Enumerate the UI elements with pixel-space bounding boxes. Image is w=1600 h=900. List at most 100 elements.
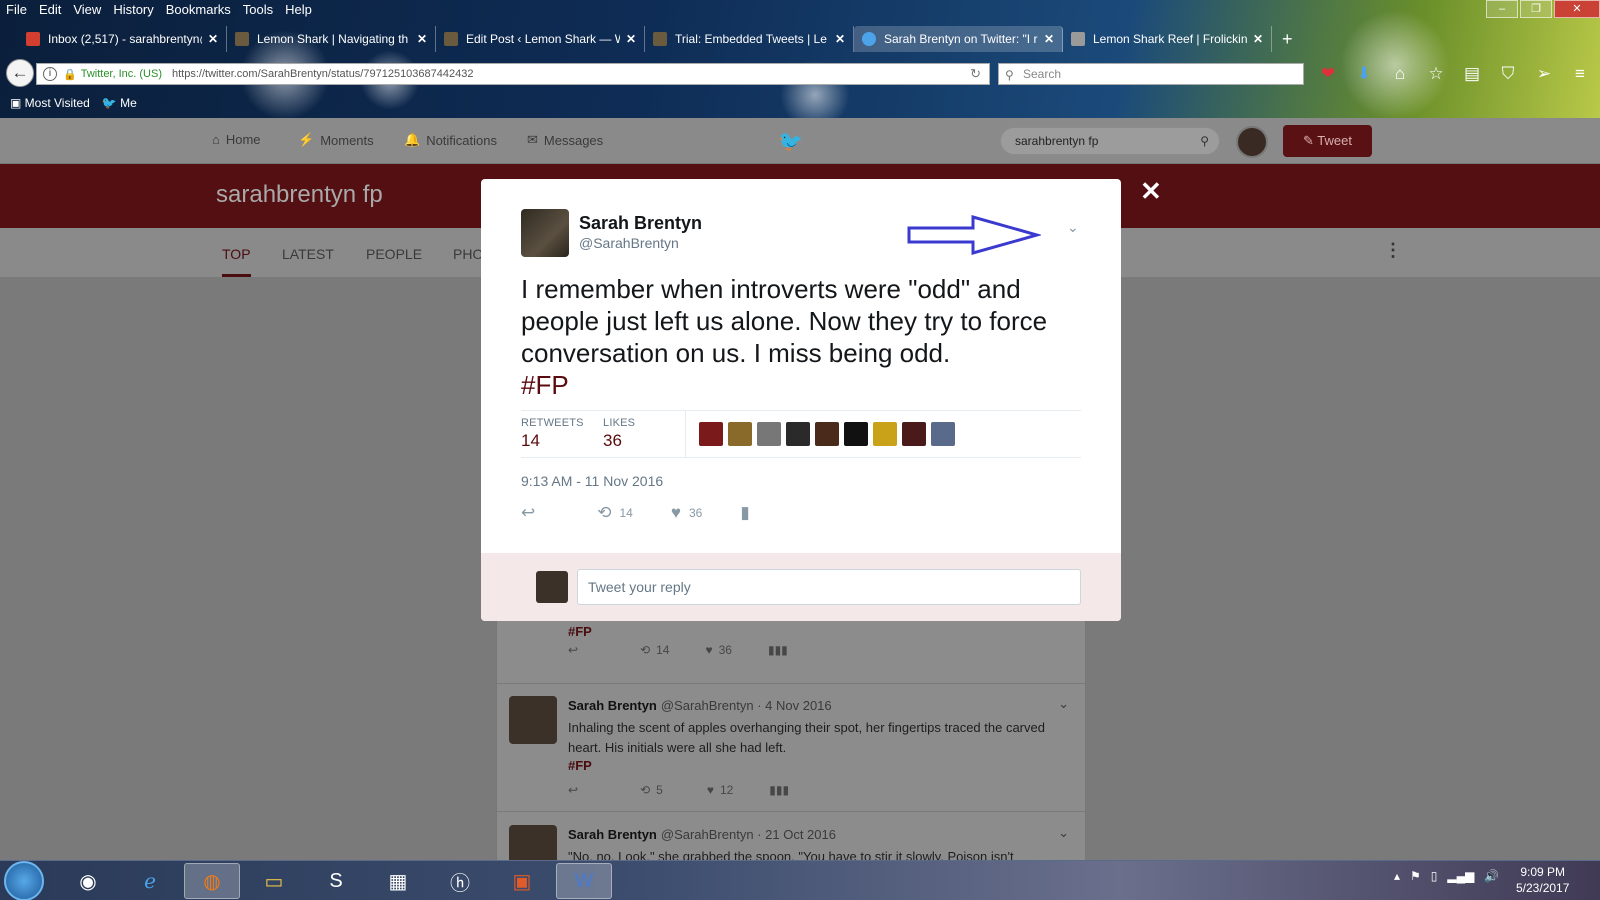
tab-close-icon[interactable]: ✕ xyxy=(1253,32,1263,46)
retweet-icon[interactable]: ⟲ xyxy=(640,783,650,797)
power-icon[interactable]: ▯ xyxy=(1431,869,1438,883)
author-name[interactable]: Sarah Brentyn xyxy=(568,827,657,842)
calculator-icon[interactable]: ▦ xyxy=(370,863,426,899)
chevron-down-icon[interactable]: ⌄ xyxy=(1058,696,1069,712)
reply-icon[interactable]: ↩ xyxy=(568,643,578,657)
avatar[interactable] xyxy=(521,209,569,257)
tab-close-icon[interactable]: ✕ xyxy=(208,32,218,46)
feed-hashtag[interactable]: #FP xyxy=(568,758,592,773)
heart-icon[interactable]: ♥ xyxy=(707,783,714,797)
reload-icon[interactable]: ↻ xyxy=(970,66,981,82)
tab-close-icon[interactable]: ✕ xyxy=(417,32,427,46)
liker-avatar[interactable] xyxy=(786,422,810,446)
tab-reef[interactable]: Lemon Shark Reef | Frolicking ✕ xyxy=(1063,26,1272,52)
author-handle[interactable]: @SarahBrentyn xyxy=(661,698,754,713)
download-icon[interactable]: ⬇ xyxy=(1352,62,1376,86)
tweet-timestamp[interactable]: 9:13 AM - 11 Nov 2016 xyxy=(521,473,663,489)
nav-home[interactable]: ⌂ Home xyxy=(212,132,261,147)
nav-moments[interactable]: ⚡ Moments xyxy=(298,132,374,148)
clock[interactable]: 9:09 PM 5/23/2017 xyxy=(1516,864,1569,896)
analytics-button[interactable]: ▮ xyxy=(740,503,749,523)
menu-tools[interactable]: Tools xyxy=(237,0,279,20)
menu-help[interactable]: Help xyxy=(279,0,318,20)
tweet-date[interactable]: 4 Nov 2016 xyxy=(765,698,832,713)
start-button[interactable] xyxy=(4,861,44,900)
author-name[interactable]: Sarah Brentyn xyxy=(579,213,702,234)
restore-button[interactable]: ❐ xyxy=(1520,0,1552,18)
twitter-search-input[interactable]: sarahbrentyn fp ⚲ xyxy=(1000,127,1220,155)
tab-gmail[interactable]: Inbox (2,517) - sarahbrentyn@ ✕ xyxy=(18,26,227,52)
shield-icon[interactable]: ⛉ xyxy=(1496,62,1520,86)
liker-avatar[interactable] xyxy=(728,422,752,446)
nav-notifications[interactable]: 🔔 Notifications xyxy=(404,132,497,148)
tab-people[interactable]: PEOPLE xyxy=(366,246,422,262)
file-explorer-icon[interactable]: ▭ xyxy=(246,863,302,899)
avatar[interactable] xyxy=(509,696,557,744)
author-name[interactable]: Sarah Brentyn xyxy=(568,698,657,713)
avatar[interactable] xyxy=(509,825,557,860)
author-handle[interactable]: @SarahBrentyn xyxy=(579,235,679,251)
tab-top[interactable]: TOP xyxy=(222,246,251,277)
flag-icon[interactable]: ⚑ xyxy=(1410,869,1421,883)
chrome-icon[interactable]: ◉ xyxy=(60,863,116,899)
like-button[interactable]: ♥ 36 xyxy=(671,503,702,523)
tab-edit-post[interactable]: Edit Post ‹ Lemon Shark — W ✕ xyxy=(436,26,645,52)
back-button[interactable]: ← xyxy=(6,59,34,87)
search-icon[interactable]: ⚲ xyxy=(1200,128,1209,154)
scrivener-icon[interactable]: S xyxy=(308,863,364,899)
chevron-down-icon[interactable]: ⌄ xyxy=(1058,825,1069,841)
tweet-date[interactable]: 21 Oct 2016 xyxy=(765,827,836,842)
menu-view[interactable]: View xyxy=(67,0,107,20)
tab-embedded-tweets[interactable]: Trial: Embedded Tweets | Le ✕ xyxy=(645,26,854,52)
close-window-button[interactable]: ✕ xyxy=(1554,0,1600,18)
reply-input[interactable]: Tweet your reply xyxy=(577,569,1081,605)
bookmarks-list-icon[interactable]: ▤ xyxy=(1460,62,1484,86)
tweet-item[interactable]: Sarah Brentyn @SarahBrentyn · 21 Oct 2016… xyxy=(497,813,1087,860)
home-icon[interactable]: ⌂ xyxy=(1388,62,1412,86)
hp-icon[interactable]: ⓗ xyxy=(432,863,488,899)
liker-avatar[interactable] xyxy=(815,422,839,446)
tab-latest[interactable]: LATEST xyxy=(282,246,334,262)
address-bar[interactable]: i 🔒 Twitter, Inc. (US) https://twitter.c… xyxy=(36,63,990,85)
liker-avatar[interactable] xyxy=(844,422,868,446)
tab-twitter[interactable]: Sarah Brentyn on Twitter: "I r ✕ xyxy=(854,26,1063,52)
tweet-hashtag[interactable]: #FP xyxy=(521,370,569,400)
browser-search-input[interactable]: ⚲ Search xyxy=(998,63,1304,85)
tweet-item[interactable]: Sarah Brentyn @SarahBrentyn · 4 Nov 2016 … xyxy=(497,684,1087,812)
show-hidden-icons-icon[interactable]: ▴ xyxy=(1394,869,1400,883)
internet-explorer-icon[interactable]: ℯ xyxy=(122,863,178,899)
menu-file[interactable]: File xyxy=(0,0,33,20)
heart-icon[interactable]: ♥ xyxy=(705,643,712,657)
liker-avatar[interactable] xyxy=(757,422,781,446)
volume-icon[interactable]: 🔊 xyxy=(1484,869,1499,883)
feed-hashtag[interactable]: #FP xyxy=(568,624,592,639)
author-handle[interactable]: @SarahBrentyn xyxy=(661,827,754,842)
hamburger-menu-icon[interactable]: ≡ xyxy=(1568,62,1592,86)
chevron-down-icon[interactable]: ⌄ xyxy=(1067,219,1079,236)
twitter-bird-icon[interactable]: 🐦 xyxy=(778,129,803,154)
analytics-icon[interactable]: ▮▮▮ xyxy=(769,783,789,797)
firefox-icon[interactable]: ◍ xyxy=(184,863,240,899)
menu-bookmarks[interactable]: Bookmarks xyxy=(160,0,237,20)
liker-avatar[interactable] xyxy=(931,422,955,446)
menu-edit[interactable]: Edit xyxy=(33,0,67,20)
bookmark-star-icon[interactable]: ☆ xyxy=(1424,62,1448,86)
tab-close-icon[interactable]: ✕ xyxy=(1044,32,1054,46)
liker-avatar[interactable] xyxy=(873,422,897,446)
word-icon[interactable]: W xyxy=(556,863,612,899)
menu-history[interactable]: History xyxy=(107,0,159,20)
network-icon[interactable]: ▂▄▆ xyxy=(1447,869,1474,883)
tweet-button[interactable]: ✎ Tweet xyxy=(1283,125,1372,157)
analytics-icon[interactable]: ▮▮▮ xyxy=(768,643,788,657)
nav-messages[interactable]: ✉ Messages xyxy=(527,132,603,148)
more-options-icon[interactable]: ⋮ xyxy=(1384,240,1402,261)
send-icon[interactable]: ➢ xyxy=(1532,62,1556,86)
minimize-button[interactable]: – xyxy=(1486,0,1518,18)
retweet-icon[interactable]: ⟲ xyxy=(640,643,650,657)
tab-lemon-shark[interactable]: Lemon Shark | Navigating th ✕ xyxy=(227,26,436,52)
info-icon[interactable]: i xyxy=(43,67,57,81)
likes-stat[interactable]: LIKES 36 xyxy=(603,417,635,451)
tab-photos[interactable]: PHO xyxy=(453,246,483,262)
close-modal-icon[interactable]: ✕ xyxy=(1140,176,1162,207)
office-icon[interactable]: ▣ xyxy=(494,863,550,899)
